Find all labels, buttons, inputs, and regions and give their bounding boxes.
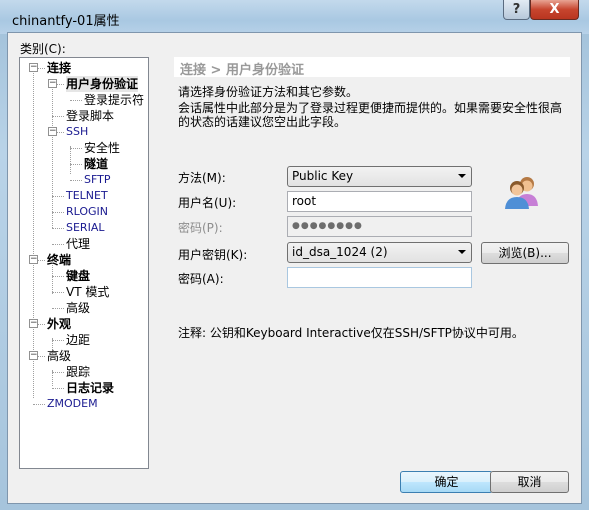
tree-guide-line: [52, 308, 64, 309]
users-icon: [505, 177, 538, 209]
tree-item[interactable]: 高级: [66, 300, 90, 316]
tree-item[interactable]: SSH: [66, 124, 88, 140]
help-button[interactable]: ?: [503, 0, 530, 20]
note-text: 注释: 公钥和Keyboard Interactive仅在SSH/SFTP协议中…: [178, 326, 524, 340]
tree-guide-line: [52, 228, 64, 229]
user-key-select[interactable]: id_dsa_1024 (2): [287, 242, 472, 263]
method-select[interactable]: Public Key: [287, 166, 472, 187]
user-key-label: 用户密钥(K):: [178, 248, 248, 262]
collapse-icon[interactable]: −: [29, 319, 38, 328]
tree-item[interactable]: RLOGIN: [66, 204, 108, 220]
tree-guide-line: [70, 180, 82, 181]
tree-guide-line: [52, 276, 64, 277]
tree-item[interactable]: TELNET: [66, 188, 108, 204]
passphrase-input[interactable]: [287, 267, 472, 288]
tree-guide-line: [52, 82, 53, 228]
tree-guide-line: [52, 340, 64, 341]
tree-item[interactable]: 连接: [47, 60, 71, 76]
tree-item[interactable]: SFTP: [84, 172, 110, 188]
dropdown-arrow-icon: [458, 250, 466, 254]
tree-item[interactable]: VT 模式: [66, 284, 109, 300]
tree-guide-line: [52, 212, 64, 213]
method-label: 方法(M):: [178, 171, 226, 185]
tree-guide-line: [52, 372, 64, 373]
collapse-icon[interactable]: −: [29, 255, 38, 264]
user-key-value: id_dsa_1024 (2): [292, 245, 388, 259]
intro-text: 请选择身份验证方法和其它参数。: [178, 85, 359, 99]
tree-guide-line: [52, 116, 64, 117]
collapse-icon[interactable]: −: [29, 63, 38, 72]
tree-item[interactable]: 终端: [47, 252, 71, 268]
tree-item[interactable]: SERIAL: [66, 220, 104, 236]
tree-item[interactable]: 登录脚本: [66, 108, 114, 124]
username-label: 用户名(U):: [178, 196, 237, 210]
password-label: 密码(P):: [178, 221, 223, 235]
tree-item[interactable]: 键盘: [66, 268, 90, 284]
tree-item[interactable]: 外观: [47, 316, 71, 332]
collapse-icon[interactable]: −: [48, 79, 57, 88]
window-title: chinantfy-01属性: [12, 14, 120, 29]
tree-item[interactable]: 登录提示符: [84, 92, 144, 108]
username-input[interactable]: root: [287, 191, 472, 212]
title-bar[interactable]: chinantfy-01属性 ? X: [0, 0, 589, 34]
tree-item[interactable]: 日志记录: [66, 380, 114, 396]
cancel-button[interactable]: 取消: [490, 471, 569, 493]
category-label: 类别(C):: [20, 42, 66, 56]
tree-item[interactable]: ZMODEM: [47, 396, 98, 412]
tree-item[interactable]: 隧道: [84, 156, 108, 172]
method-value: Public Key: [292, 169, 354, 183]
tree-item[interactable]: 安全性: [84, 140, 120, 156]
dropdown-arrow-icon: [458, 174, 466, 178]
tree-item[interactable]: 边距: [66, 332, 90, 348]
tree-guide-line: [52, 244, 64, 245]
tree-guide-line: [33, 404, 45, 405]
tree-item[interactable]: 用户身份验证: [66, 76, 139, 92]
description-line-2: 的状态的话建议您空出此字段。: [178, 115, 347, 129]
tree-guide-line: [52, 388, 64, 389]
tree-guide-line: [33, 66, 34, 398]
tree-guide-line: [70, 148, 82, 149]
tree-guide-line: [70, 100, 82, 101]
browse-button[interactable]: 浏览(B)...: [481, 242, 569, 264]
tree-guide-line: [70, 164, 82, 165]
category-tree[interactable]: − 连接 − 用户身份验证 登录提示符 登录脚本 − SSH 安全性 隧道 SFTP TELNET RL…: [19, 57, 149, 469]
tree-item[interactable]: 高级: [47, 348, 71, 364]
collapse-icon[interactable]: −: [29, 351, 38, 360]
breadcrumb: 连接 > 用户身份验证: [174, 57, 570, 78]
collapse-icon[interactable]: −: [48, 127, 57, 136]
ok-button[interactable]: 确定: [400, 471, 493, 493]
tree-item[interactable]: 代理: [66, 236, 90, 252]
tree-guide-line: [52, 196, 64, 197]
tree-guide-line: [52, 292, 64, 293]
passphrase-label: 密码(A):: [178, 272, 224, 286]
password-input: ●●●●●●●●: [287, 216, 472, 237]
tree-item[interactable]: 跟踪: [66, 364, 90, 380]
tree-guide-line: [70, 146, 71, 174]
close-button[interactable]: X: [530, 0, 579, 20]
